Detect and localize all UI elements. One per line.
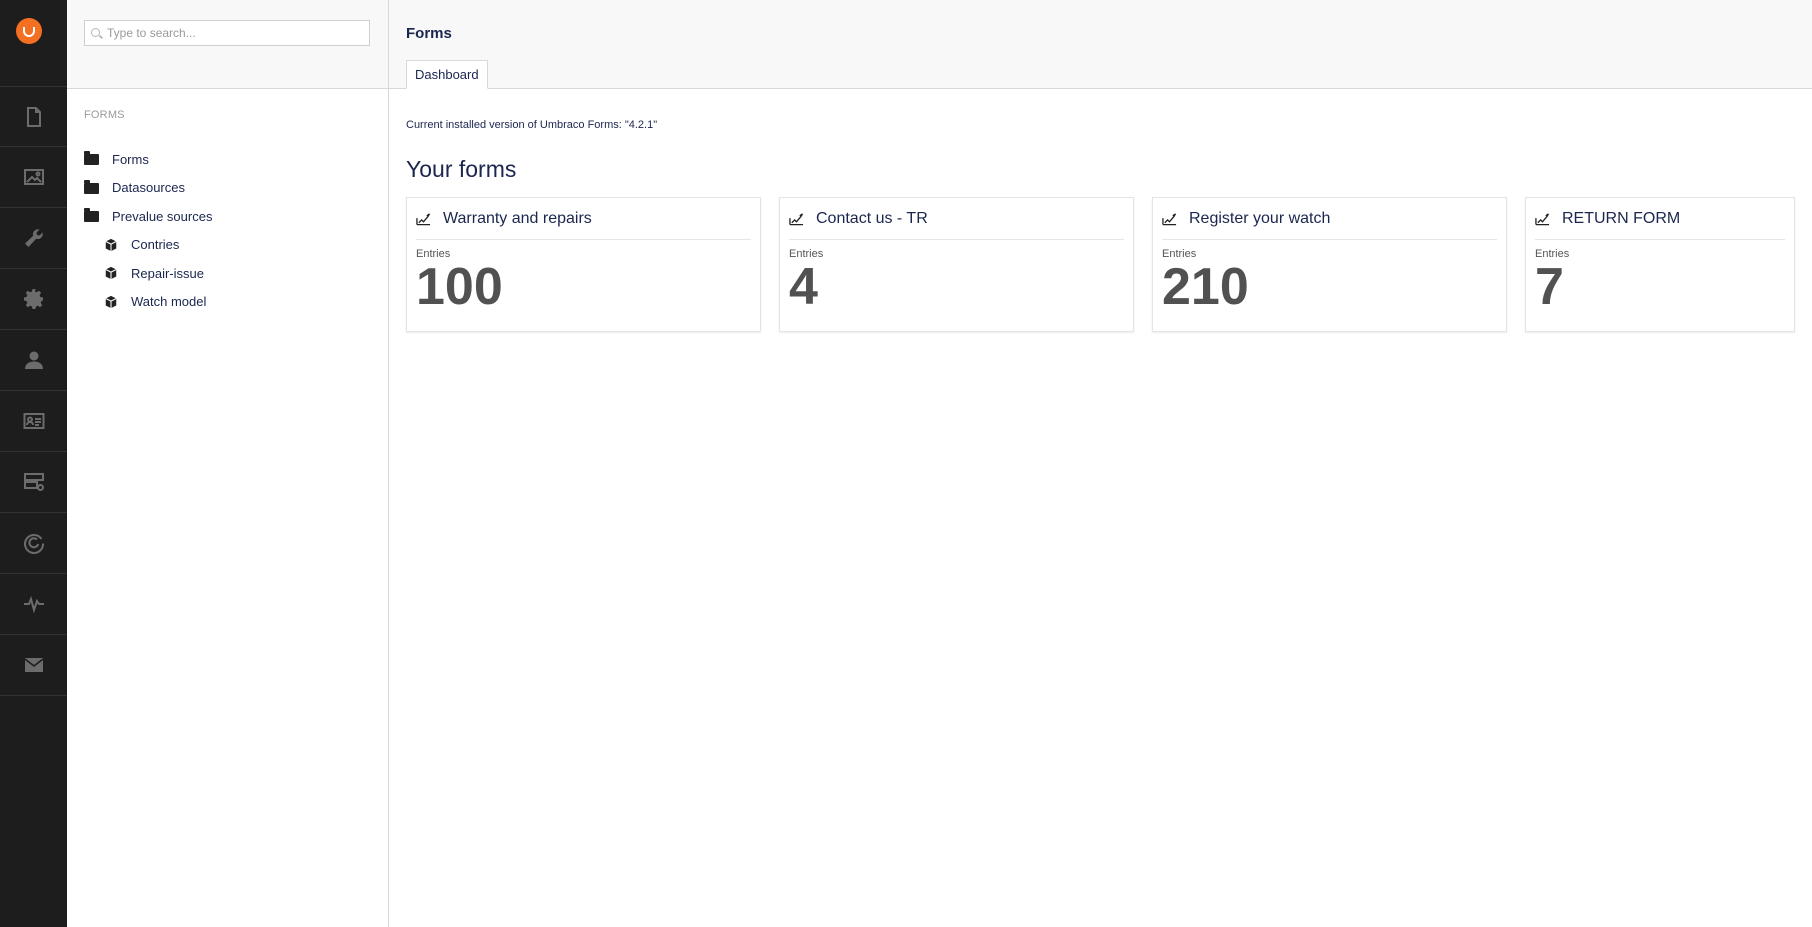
card-title: Contact us - TR bbox=[816, 209, 928, 227]
main-panel: Forms Dashboard Current installed versio… bbox=[389, 0, 1812, 927]
card-value: 210 bbox=[1162, 258, 1249, 316]
tree-node-contries[interactable]: Contries bbox=[84, 231, 384, 260]
page-title: Forms bbox=[406, 25, 452, 42]
umbraco-logo-icon[interactable] bbox=[16, 18, 42, 44]
envelope-icon bbox=[24, 658, 43, 672]
umbraco-app: FORMS Forms Datasources Prevalue sources… bbox=[0, 0, 1812, 927]
folder-icon bbox=[84, 208, 99, 223]
chart-edit-icon bbox=[789, 212, 804, 225]
form-cards: Warranty and repairs Entries 100 Contact… bbox=[406, 197, 1795, 332]
card-title: Register your watch bbox=[1189, 209, 1331, 227]
card-label: Entries bbox=[1535, 248, 1570, 260]
tree-title: FORMS bbox=[84, 109, 125, 121]
box-icon bbox=[105, 267, 117, 280]
tree-node-watch-model[interactable]: Watch model bbox=[84, 288, 384, 317]
tree-node-datasources[interactable]: Datasources bbox=[84, 174, 384, 203]
rail-item-members[interactable] bbox=[0, 391, 67, 452]
form-card-warranty-and-repairs[interactable]: Warranty and repairs Entries 100 bbox=[406, 197, 761, 332]
pulse-icon bbox=[23, 595, 44, 614]
chart-edit-icon bbox=[1535, 212, 1550, 225]
id-card-icon bbox=[23, 413, 44, 429]
box-icon bbox=[105, 295, 117, 308]
form-card-register-your-watch[interactable]: Register your watch Entries 210 bbox=[1152, 197, 1507, 332]
tab-dashboard[interactable]: Dashboard bbox=[406, 60, 488, 89]
image-icon bbox=[23, 169, 44, 185]
main-header: Forms Dashboard bbox=[389, 0, 1812, 89]
box-icon bbox=[105, 238, 117, 251]
wrench-icon bbox=[24, 229, 43, 247]
form-card-contact-us-tr[interactable]: Contact us - TR Entries 4 bbox=[779, 197, 1134, 332]
card-label: Entries bbox=[789, 248, 824, 260]
rail-item-content[interactable] bbox=[0, 86, 67, 147]
tree-list: Forms Datasources Prevalue sources Contr… bbox=[84, 145, 384, 316]
card-value: 4 bbox=[789, 258, 818, 316]
rail-item-media[interactable] bbox=[0, 147, 67, 208]
chart-edit-icon bbox=[416, 212, 431, 225]
document-icon bbox=[26, 106, 41, 127]
your-forms-heading: Your forms bbox=[406, 156, 517, 182]
tree-node-label: Repair-issue bbox=[131, 265, 204, 281]
forms-icon bbox=[23, 473, 44, 491]
rail-item-settings[interactable] bbox=[0, 208, 67, 269]
tree-node-prevalue-sources[interactable]: Prevalue sources bbox=[84, 202, 384, 231]
chart-edit-icon bbox=[1162, 212, 1177, 225]
search-input[interactable] bbox=[107, 21, 367, 45]
card-value: 100 bbox=[416, 258, 503, 316]
folder-icon bbox=[84, 179, 99, 194]
search-box bbox=[84, 20, 370, 46]
gear-icon bbox=[23, 289, 43, 309]
card-value: 7 bbox=[1535, 258, 1564, 316]
user-icon bbox=[24, 351, 43, 369]
rail-item-users[interactable] bbox=[0, 330, 67, 391]
folder-icon bbox=[84, 151, 99, 166]
tree-node-label: Prevalue sources bbox=[112, 208, 213, 224]
rail-item-developer[interactable] bbox=[0, 269, 67, 330]
card-title: Warranty and repairs bbox=[443, 209, 592, 227]
tree-panel: FORMS Forms Datasources Prevalue sources… bbox=[67, 0, 389, 927]
search-icon bbox=[91, 28, 100, 37]
rail-item-forms[interactable] bbox=[0, 452, 67, 513]
tree-node-label: Datasources bbox=[112, 180, 185, 196]
rail-item-analytics[interactable] bbox=[0, 574, 67, 635]
tree-header bbox=[67, 0, 388, 89]
form-card-return-form[interactable]: RETURN FORM Entries 7 bbox=[1525, 197, 1795, 332]
tree-node-forms[interactable]: Forms bbox=[84, 145, 384, 174]
tree-node-label: Forms bbox=[112, 151, 149, 167]
tree-node-label: Watch model bbox=[131, 294, 207, 310]
version-text: Current installed version of Umbraco For… bbox=[406, 119, 658, 131]
rail-item-deploy[interactable] bbox=[0, 513, 67, 574]
cloud-sync-icon bbox=[23, 534, 44, 554]
tree-node-label: Contries bbox=[131, 237, 180, 253]
card-title: RETURN FORM bbox=[1562, 209, 1681, 227]
rail-item-mail[interactable] bbox=[0, 635, 67, 696]
tree-node-repair-issue[interactable]: Repair-issue bbox=[84, 259, 384, 288]
section-rail bbox=[0, 0, 67, 927]
